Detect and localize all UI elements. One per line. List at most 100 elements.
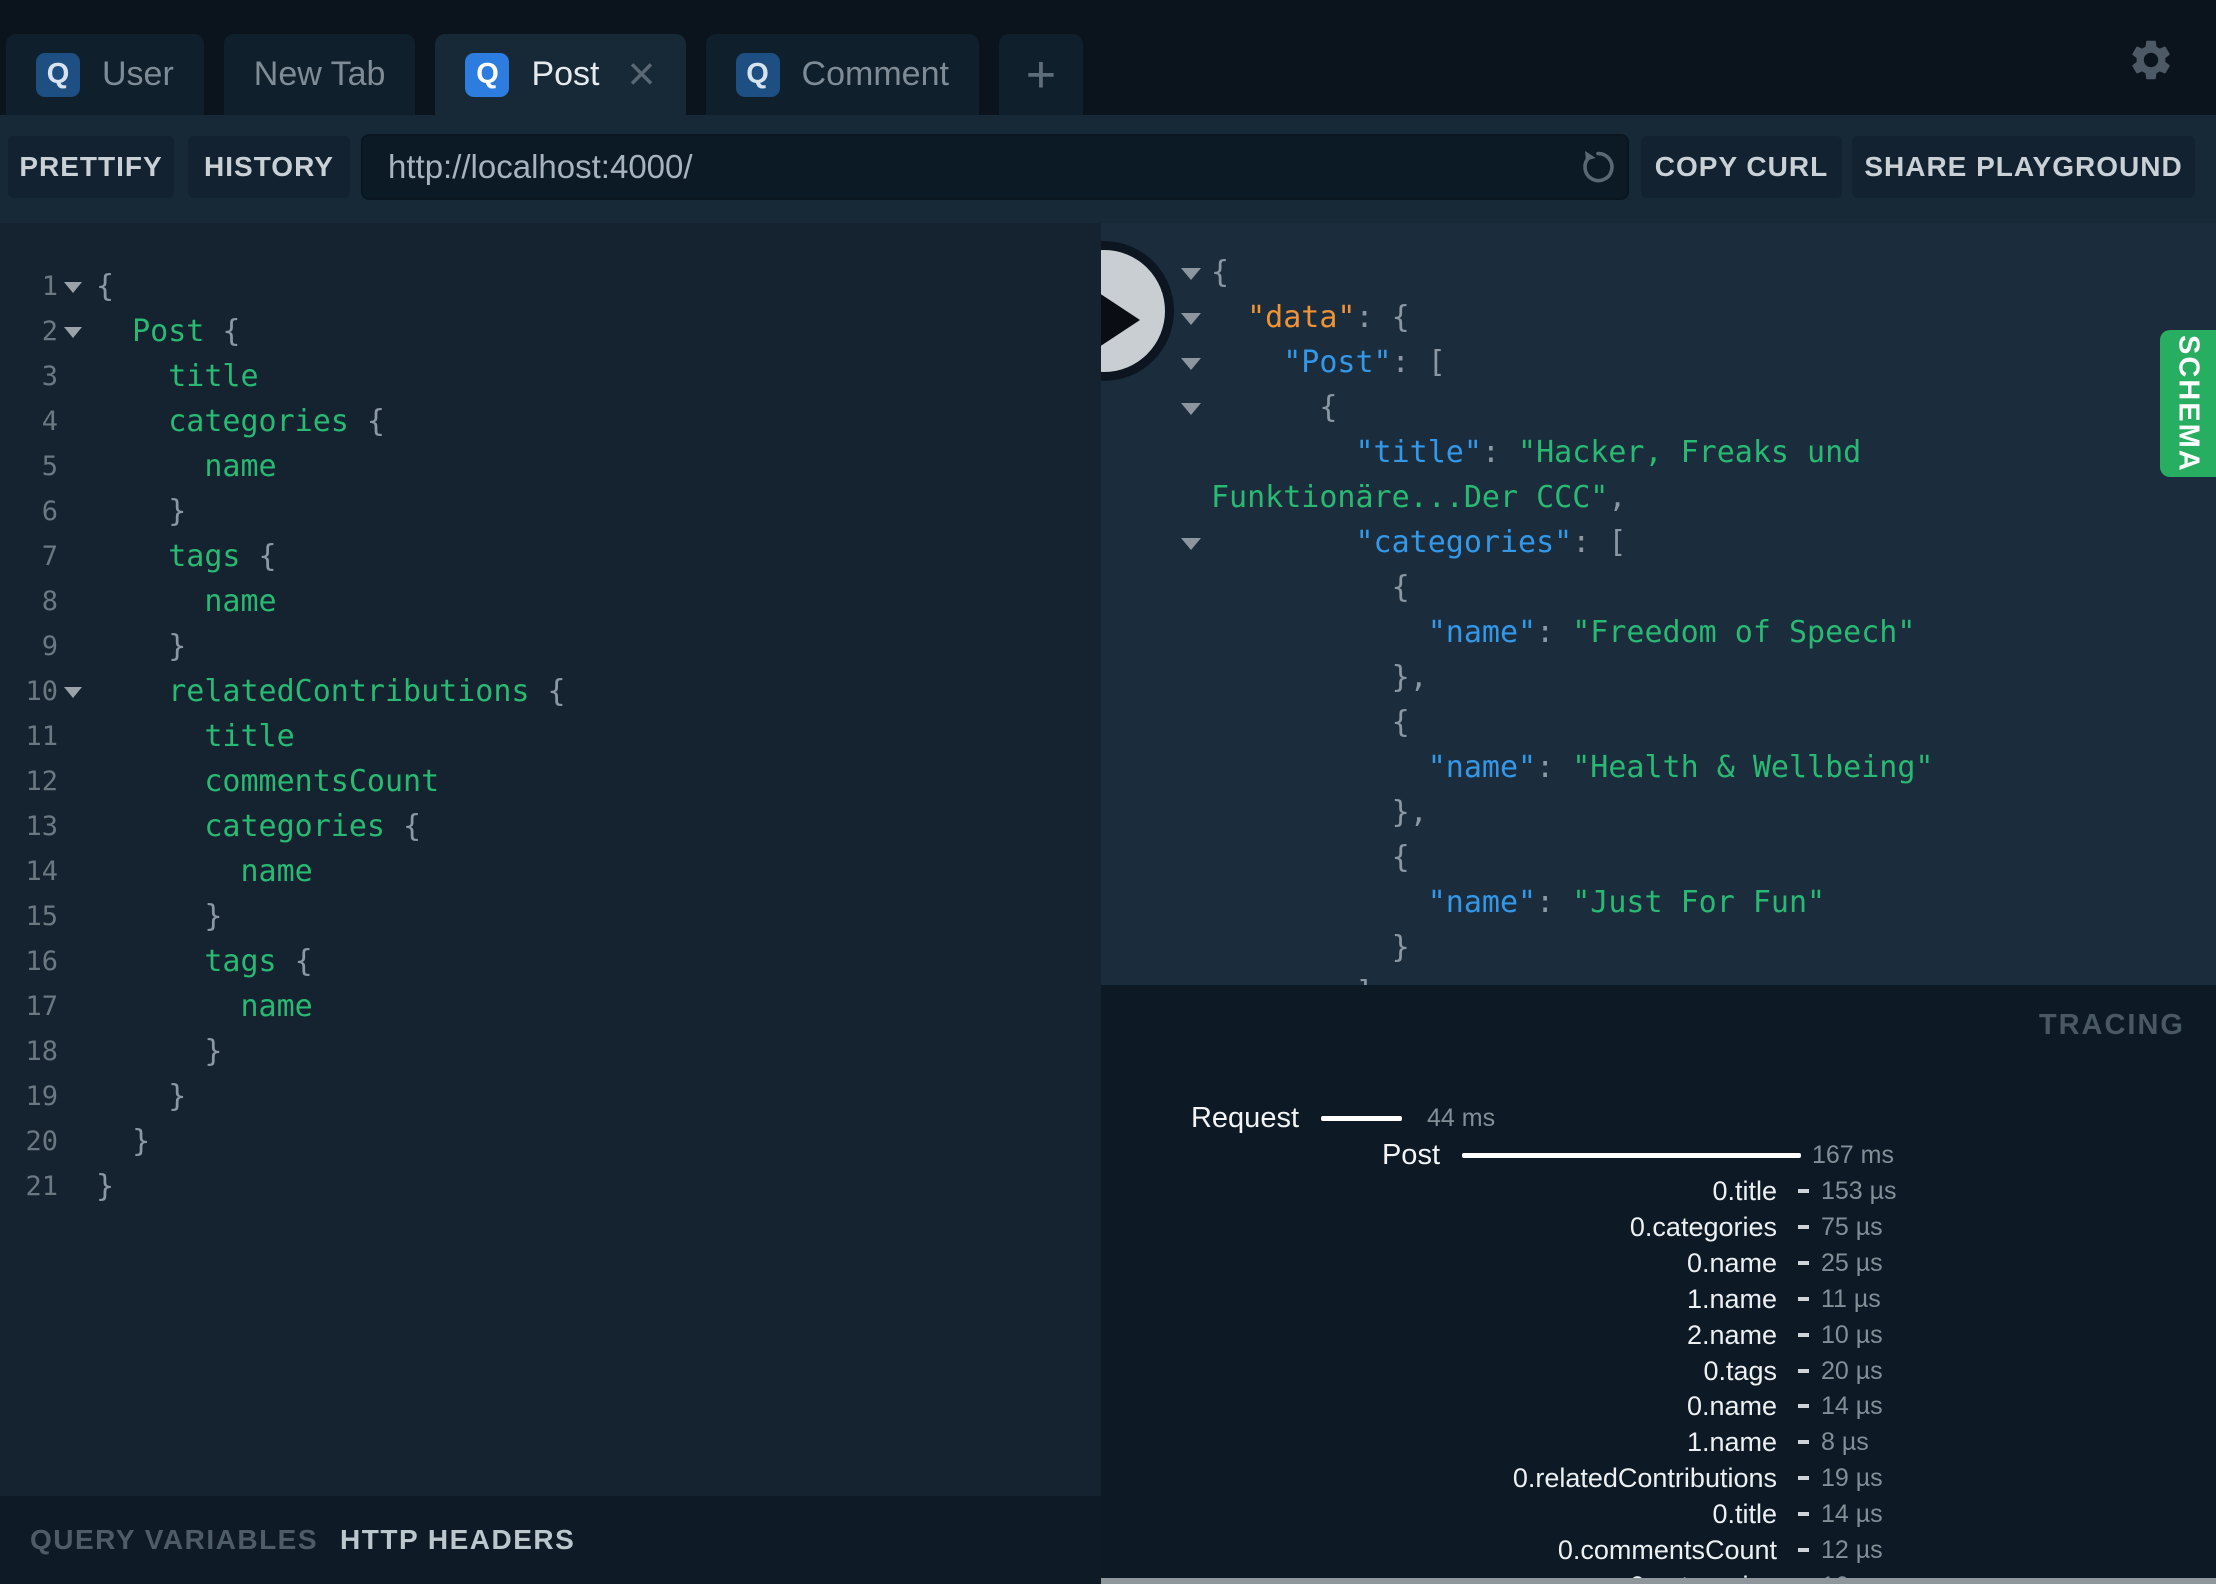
- tab-label: Post: [531, 55, 600, 93]
- line-number: 1: [41, 271, 58, 302]
- endpoint-url-input[interactable]: [361, 134, 1629, 200]
- tab-comment[interactable]: Q Comment: [705, 34, 979, 115]
- code-token: :: [1536, 885, 1573, 920]
- line-number: 20: [25, 1126, 58, 1157]
- fold-arrow-icon[interactable]: [1181, 538, 1201, 550]
- editor-footer: QUERY VARIABLES HTTP HEADERS: [0, 1496, 1101, 1584]
- trace-resolver-bar: [1798, 1296, 1809, 1301]
- trace-resolver-label: 0.tags: [1703, 1355, 1777, 1386]
- code-token: {: [529, 674, 566, 709]
- response-json: {"data": {"Post": [{"title": "Hacker, Fr…: [1101, 250, 2216, 985]
- fold-arrow-icon[interactable]: [1181, 358, 1201, 370]
- editor-line: 4 categories {: [0, 399, 1101, 444]
- code-token: "data": [1247, 300, 1356, 335]
- editor-line: 2 Post {: [0, 309, 1101, 354]
- response-code: },: [1101, 655, 1428, 700]
- tab-label: User: [102, 55, 174, 93]
- tab-user[interactable]: Q User: [6, 34, 204, 115]
- query-variables-toggle[interactable]: QUERY VARIABLES: [30, 1524, 318, 1556]
- editor-code: commentsCount: [0, 759, 439, 804]
- response-line: "title": "Hacker, Freaks und: [1101, 430, 2216, 475]
- code-token: "categories": [1355, 525, 1573, 560]
- code-token: "Freedom of Speech": [1572, 615, 1916, 650]
- response-line: "name": "Freedom of Speech": [1101, 610, 2216, 655]
- response-code: {: [1101, 835, 1410, 880]
- code-token: ]: [1355, 975, 1373, 985]
- code-token: }: [204, 899, 223, 934]
- trace-resolver-bar: [1798, 1260, 1809, 1265]
- query-badge-icon: Q: [36, 52, 80, 97]
- code-token: {: [276, 944, 313, 979]
- line-number: 8: [41, 586, 58, 617]
- code-token: "name": [1427, 750, 1537, 785]
- reload-schema-icon[interactable]: [1577, 147, 1617, 187]
- copy-curl-button[interactable]: COPY CURL: [1641, 136, 1842, 198]
- trace-resolver-value: 153 µs: [1821, 1177, 1897, 1205]
- fold-arrow-icon[interactable]: [64, 282, 82, 293]
- code-token: : {: [1355, 300, 1410, 335]
- trace-resolver-bar: [1798, 1189, 1809, 1193]
- tab-new-tab[interactable]: New Tab: [223, 34, 416, 115]
- settings-gear-icon[interactable]: [2127, 36, 2175, 84]
- schema-side-tab[interactable]: SCHEMA: [2160, 330, 2216, 477]
- response-code: "categories": [: [1101, 520, 1626, 565]
- editor-line: 10 relatedContributions {: [0, 669, 1101, 714]
- code-token: }: [96, 1169, 115, 1204]
- code-token: : [: [1391, 345, 1446, 380]
- prettify-button[interactable]: PRETTIFY: [8, 136, 174, 198]
- history-button[interactable]: HISTORY: [188, 136, 350, 198]
- http-headers-toggle[interactable]: HTTP HEADERS: [340, 1524, 575, 1556]
- trace-resolver-bar: [1798, 1512, 1809, 1517]
- response-line: {: [1101, 250, 2216, 295]
- share-playground-button[interactable]: SHARE PLAYGROUND: [1852, 136, 2195, 198]
- code-token: }: [168, 1079, 187, 1114]
- tracing-horizontal-scrollbar[interactable]: [1101, 1578, 2216, 1584]
- trace-resolver-bar: [1798, 1440, 1809, 1445]
- trace-resolver-value: 75 µs: [1821, 1212, 1883, 1241]
- editor-code: categories {: [0, 804, 421, 849]
- fold-arrow-icon[interactable]: [64, 687, 82, 698]
- trace-resolver-label: 1.name: [1686, 1283, 1777, 1314]
- line-number: 4: [41, 406, 58, 437]
- trace-span-bar: [1462, 1153, 1801, 1158]
- trace-resolver-bar: [1798, 1368, 1809, 1373]
- line-number: 16: [25, 946, 58, 977]
- editor-line: 7 tags {: [0, 534, 1101, 579]
- query-editor[interactable]: 1{2 Post {3 title 4 categories {5 name 6} 7 tags…: [0, 223, 1101, 1496]
- tracing-panel: TRACING Request 44 ms Post 167 ms 0.title 153…: [1101, 985, 2216, 1584]
- new-tab-button[interactable]: +: [998, 34, 1083, 115]
- response-line: ]: [1101, 970, 2216, 985]
- code-token: {: [348, 404, 385, 439]
- code-token: "Hacker, Freaks und: [1518, 435, 1862, 470]
- editor-line: 13 categories {: [0, 804, 1101, 849]
- line-number: 7: [41, 541, 58, 572]
- code-token: relatedContributions: [168, 674, 530, 709]
- schema-side-tab-label: SCHEMA: [2172, 334, 2205, 473]
- fold-arrow-icon[interactable]: [64, 327, 82, 338]
- editor-line: 12 commentsCount: [0, 759, 1101, 804]
- code-token: {: [1319, 390, 1338, 425]
- fold-arrow-icon[interactable]: [1181, 313, 1201, 325]
- response-line: "name": "Just For Fun": [1101, 880, 2216, 925]
- tab-post[interactable]: Q Post ×: [435, 34, 686, 115]
- response-line: "name": "Health & Wellbeing": [1101, 745, 2216, 790]
- fold-arrow-icon[interactable]: [1181, 268, 1201, 280]
- response-code: {: [1101, 565, 1410, 610]
- fold-arrow-icon[interactable]: [1181, 403, 1201, 415]
- line-number: 9: [41, 631, 58, 662]
- trace-span-value: 44 ms: [1427, 1104, 1496, 1132]
- graphql-playground-window: Q User New Tab Q Post × Q Comment + PRETTIFY HIS…: [0, 0, 2216, 1584]
- trace-resolver-value: 19 µs: [1821, 1464, 1883, 1493]
- code-token: title: [204, 719, 295, 754]
- response-code: },: [1101, 790, 1428, 835]
- code-token: tags: [204, 944, 277, 979]
- response-line: {: [1101, 385, 2216, 430]
- code-token: "name": [1427, 885, 1537, 920]
- close-tab-icon[interactable]: ×: [628, 50, 656, 98]
- trace-resolver-value: 14 µs: [1821, 1500, 1883, 1529]
- response-line: }: [1101, 925, 2216, 970]
- editor-line: 3 title: [0, 354, 1101, 399]
- code-token: }: [204, 1034, 223, 1069]
- editor-code: relatedContributions {: [0, 669, 566, 714]
- response-line: },: [1101, 655, 2216, 700]
